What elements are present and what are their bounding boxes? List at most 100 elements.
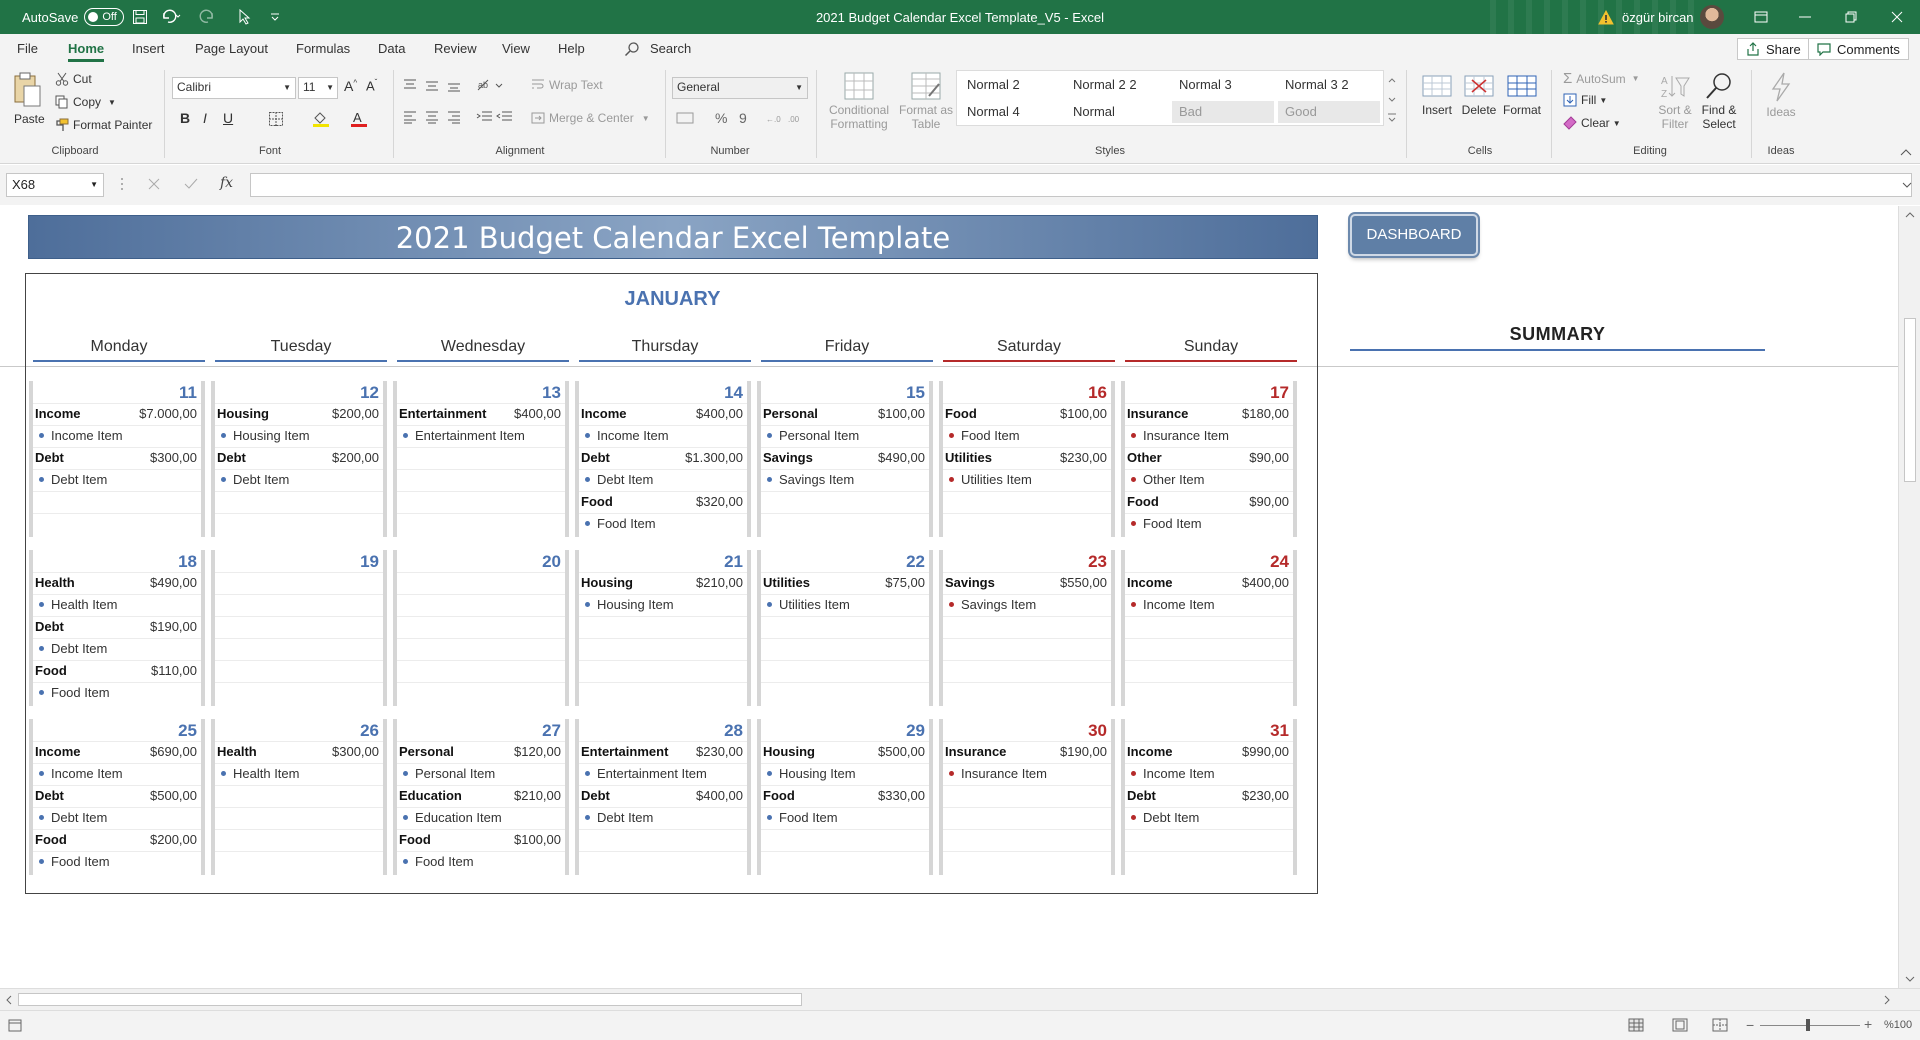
customize-toolbar-icon[interactable] (270, 0, 280, 34)
find-select-button[interactable]: Find & Select (1696, 72, 1742, 131)
budget-item-row[interactable]: Education Item (399, 807, 561, 829)
borders-icon[interactable] (268, 111, 284, 127)
budget-item-row[interactable]: Debt Item (581, 807, 743, 829)
fill-color-icon[interactable] (312, 110, 330, 128)
budget-item-row[interactable]: Debt Item (1127, 807, 1289, 829)
share-button[interactable]: Share (1737, 38, 1810, 60)
day-cell[interactable]: 13 Entertainment $400,00 Entertainment Item (393, 381, 569, 537)
budget-item-row[interactable]: Income Item (1127, 763, 1289, 785)
category-row[interactable]: Health $490,00 (35, 572, 197, 594)
format-as-table-button[interactable]: Format as Table (896, 72, 956, 131)
budget-item-row[interactable]: Utilities Item (945, 469, 1107, 491)
underline-button[interactable]: U (223, 110, 233, 126)
budget-item-row[interactable]: Debt Item (217, 469, 379, 491)
day-cell[interactable]: 19 (211, 550, 387, 706)
day-cell[interactable]: 27 Personal $120,00 Personal Item Education $… (393, 719, 569, 875)
category-row[interactable]: Debt $1.300,00 (581, 447, 743, 469)
comments-button[interactable]: Comments (1808, 38, 1909, 60)
select-cursor-icon[interactable] (238, 0, 252, 34)
category-row[interactable]: Income $7.000,00 (35, 403, 197, 425)
merge-center-button[interactable]: Merge & Center ▼ (531, 111, 650, 125)
budget-item-row[interactable]: Savings Item (945, 594, 1107, 616)
category-row[interactable]: Income $990,00 (1127, 741, 1289, 763)
day-cell[interactable]: 25 Income $690,00 Income Item Debt $500,00 Deb… (29, 719, 205, 875)
day-cell[interactable]: 17 Insurance $180,00 Insurance Item Other $90… (1121, 381, 1297, 537)
budget-item-row[interactable]: Insurance Item (945, 763, 1107, 785)
budget-item-row[interactable]: Health Item (35, 594, 197, 616)
category-row[interactable]: Food $100,00 (945, 403, 1107, 425)
budget-item-row[interactable]: Food Item (581, 513, 743, 535)
budget-item-row[interactable]: Utilities Item (763, 594, 925, 616)
category-row[interactable]: Income $400,00 (581, 403, 743, 425)
tab-page-layout[interactable]: Page Layout (195, 34, 268, 64)
ideas-button[interactable]: Ideas (1761, 72, 1801, 119)
day-cell[interactable]: 24 Income $400,00 Income Item (1121, 550, 1297, 706)
budget-item-row[interactable]: Other Item (1127, 469, 1289, 491)
restore-icon[interactable] (1828, 0, 1874, 34)
font-color-icon[interactable]: A (350, 110, 368, 128)
indent-icon[interactable] (476, 110, 516, 124)
formula-input[interactable] (250, 173, 1912, 197)
tab-formulas[interactable]: Formulas (296, 34, 350, 64)
budget-item-row[interactable]: Housing Item (581, 594, 743, 616)
cancel-entry-icon[interactable] (148, 178, 160, 190)
category-row[interactable]: Housing $500,00 (763, 741, 925, 763)
category-row[interactable]: Housing $200,00 (217, 403, 379, 425)
day-cell[interactable]: 11 Income $7.000,00 Income Item Debt $300,00 D… (29, 381, 205, 537)
collapse-ribbon-icon[interactable] (1900, 148, 1912, 156)
save-icon[interactable] (132, 0, 148, 34)
budget-item-row[interactable]: Housing Item (217, 425, 379, 447)
budget-item-row[interactable]: Food Item (945, 425, 1107, 447)
avatar[interactable] (1700, 0, 1724, 34)
macro-record-icon[interactable] (8, 1019, 22, 1032)
category-row[interactable]: Debt $300,00 (35, 447, 197, 469)
tab-data[interactable]: Data (378, 34, 405, 64)
day-cell[interactable]: 22 Utilities $75,00 Utilities Item (757, 550, 933, 706)
tab-review[interactable]: Review (434, 34, 477, 64)
day-cell[interactable]: 28 Entertainment $230,00 Entertainment Item… (575, 719, 751, 875)
conditional-formatting-button[interactable]: Conditional Formatting (826, 72, 892, 131)
zoom-slider-thumb[interactable] (1806, 1019, 1810, 1031)
day-cell[interactable]: 26 Health $300,00 Health Item (211, 719, 387, 875)
insert-function-icon[interactable]: fx (220, 175, 233, 191)
day-cell[interactable]: 21 Housing $210,00 Housing Item (575, 550, 751, 706)
budget-item-row[interactable]: Personal Item (763, 425, 925, 447)
align-top-icon[interactable] (403, 78, 463, 92)
category-row[interactable]: Insurance $190,00 (945, 741, 1107, 763)
budget-item-row[interactable]: Food Item (1127, 513, 1289, 535)
category-row[interactable]: Income $400,00 (1127, 572, 1289, 594)
category-row[interactable]: Health $300,00 (217, 741, 379, 763)
category-row[interactable]: Food $330,00 (763, 785, 925, 807)
redo-icon[interactable] (198, 0, 220, 34)
category-row[interactable]: Education $210,00 (399, 785, 561, 807)
category-row[interactable]: Debt $400,00 (581, 785, 743, 807)
style-normal-4[interactable]: Normal 4 (960, 101, 1062, 123)
expand-formula-icon[interactable] (1902, 182, 1912, 189)
dashboard-button[interactable]: DASHBOARD (1350, 214, 1478, 256)
style-bad[interactable]: Bad (1172, 101, 1274, 123)
page-break-view-icon[interactable] (1712, 1018, 1728, 1032)
day-cell[interactable]: 30 Insurance $190,00 Insurance Item (939, 719, 1115, 875)
vertical-scroll-thumb[interactable] (1904, 318, 1916, 482)
user-name[interactable]: özgür bircan (1622, 0, 1694, 34)
day-cell[interactable]: 18 Health $490,00 Health Item Debt $190,00 Deb… (29, 550, 205, 706)
copy-button[interactable]: Copy ▼ (55, 95, 116, 109)
style-normal-3[interactable]: Normal 3 (1172, 74, 1274, 96)
horizontal-scroll-thumb[interactable] (18, 993, 802, 1006)
format-painter-button[interactable]: Format Painter (55, 118, 152, 132)
zoom-level[interactable]: %100 (1884, 1019, 1912, 1031)
ribbon-display-icon[interactable] (1738, 0, 1784, 34)
horizontal-scrollbar[interactable] (0, 988, 1920, 1010)
align-left-icon[interactable] (403, 110, 463, 124)
day-cell[interactable]: 31 Income $990,00 Income Item Debt $230,00 Deb… (1121, 719, 1297, 875)
styles-scroll[interactable] (1386, 72, 1398, 126)
sort-filter-button[interactable]: AZ Sort & Filter (1652, 72, 1698, 131)
budget-item-row[interactable]: Debt Item (35, 807, 197, 829)
category-row[interactable]: Personal $120,00 (399, 741, 561, 763)
budget-item-row[interactable]: Entertainment Item (581, 763, 743, 785)
format-cells-button[interactable]: Format (1501, 72, 1543, 117)
italic-button[interactable]: I (203, 110, 207, 126)
tab-help[interactable]: Help (558, 34, 585, 64)
category-row[interactable]: Savings $550,00 (945, 572, 1107, 594)
budget-item-row[interactable]: Food Item (399, 851, 561, 873)
